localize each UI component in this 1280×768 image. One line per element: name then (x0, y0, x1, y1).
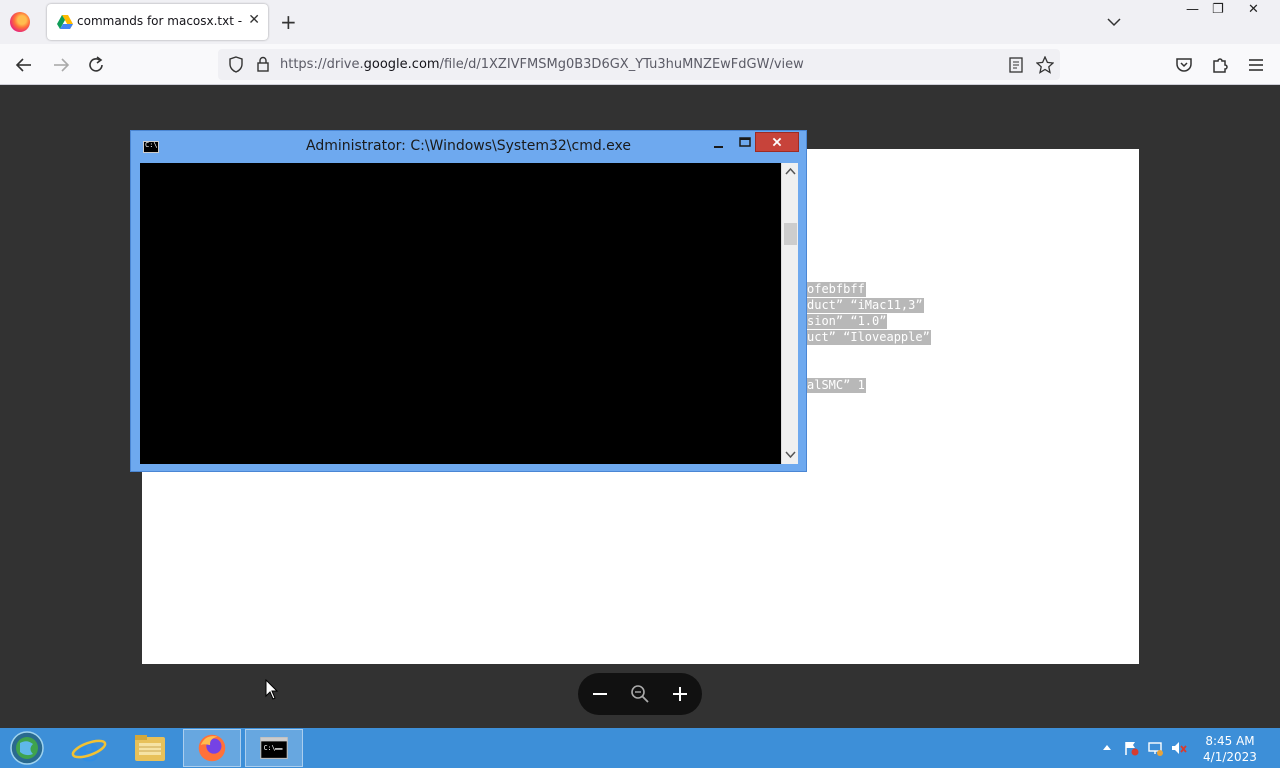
google-drive-icon (57, 15, 73, 29)
document-line: ofebfbff (806, 282, 866, 297)
window-close-button[interactable]: ✕ (1248, 2, 1259, 17)
hamburger-menu-icon[interactable] (1245, 54, 1267, 76)
action-center-flag-icon[interactable] (1123, 740, 1139, 756)
url-path: /file/d/1XZIVFMSMg0B3D6GX_YTu3huMNZEwFdG… (439, 57, 804, 72)
tab-close-icon[interactable]: ✕ (248, 12, 260, 28)
zoom-controls (578, 673, 702, 715)
start-orb-icon[interactable] (0, 729, 58, 767)
padlock-icon[interactable] (256, 56, 270, 73)
tracking-protection-shield-icon[interactable] (228, 56, 244, 73)
document-line: sion” “1.0” (806, 314, 888, 329)
show-hidden-icons-chevron-icon[interactable] (1099, 740, 1115, 756)
file-explorer-icon[interactable] (121, 729, 179, 767)
cmd-window[interactable]: C:\ Administrator: C:\Windows\System32\c… (130, 130, 807, 472)
cmd-minimize-button[interactable] (707, 133, 731, 153)
network-icon[interactable] (1147, 740, 1163, 756)
url-prefix: https://drive. (280, 57, 364, 72)
command-prompt-taskbar-icon[interactable]: C:\ (245, 729, 303, 767)
scroll-down-arrow-icon[interactable] (785, 451, 796, 459)
browser-tab-strip: commands for macosx.txt - Google Drive ✕… (0, 0, 1280, 44)
url-host: google.com (363, 57, 440, 72)
cmd-close-button[interactable] (755, 132, 799, 152)
internet-explorer-icon[interactable]: e (60, 729, 118, 767)
zoom-magnifier-icon[interactable] (629, 683, 651, 705)
system-clock[interactable]: 8:45 AM 4/1/2023 (1196, 733, 1264, 765)
address-bar[interactable]: https://drive.google.com/file/d/1XZIVFMS… (218, 49, 1060, 80)
reload-icon[interactable] (85, 54, 107, 76)
mouse-cursor-icon (265, 679, 279, 700)
firefox-taskbar-icon[interactable] (183, 729, 241, 767)
volume-muted-icon[interactable] (1171, 740, 1187, 756)
svg-text:C:\: C:\ (264, 744, 276, 752)
clock-time: 8:45 AM (1205, 734, 1255, 748)
zoom-out-icon[interactable] (589, 683, 611, 705)
navigation-toolbar: https://drive.google.com/file/d/1XZIVFMS… (0, 44, 1280, 85)
document-line: uct” “Iloveapple” (806, 330, 931, 345)
forward-arrow-icon[interactable] (50, 54, 72, 76)
windows-taskbar: e C:\ 8:45 AM 4/1/2023 (0, 728, 1280, 768)
new-tab-button[interactable]: + (280, 10, 297, 34)
window-minimize-button[interactable]: — (1186, 2, 1199, 17)
cmd-window-title: Administrator: C:\Windows\System32\cmd.e… (305, 138, 632, 154)
pocket-icon[interactable] (1173, 54, 1195, 76)
scroll-up-arrow-icon[interactable] (785, 167, 796, 175)
bookmark-star-icon[interactable] (1036, 56, 1054, 74)
svg-text:e: e (78, 730, 100, 767)
clock-date: 4/1/2023 (1203, 750, 1257, 764)
extensions-puzzle-icon[interactable] (1209, 54, 1231, 76)
document-line: alSMC” 1 (806, 378, 866, 393)
document-line: duct” “iMac11,3” (806, 298, 924, 313)
cmd-maximize-button[interactable] (733, 133, 757, 153)
zoom-in-icon[interactable] (669, 683, 691, 705)
firefox-menu-icon[interactable] (10, 12, 30, 32)
tab-list-chevron-icon[interactable] (1104, 12, 1124, 32)
reader-view-icon[interactable] (1008, 57, 1024, 73)
back-arrow-icon[interactable] (13, 54, 35, 76)
cmd-vertical-scrollbar[interactable] (781, 163, 798, 464)
tab-title: commands for macosx.txt - Google Drive (77, 14, 245, 28)
cmd-console-area[interactable] (140, 163, 781, 464)
url-text[interactable]: https://drive.google.com/file/d/1XZIVFMS… (280, 57, 804, 72)
tab-google-drive[interactable]: commands for macosx.txt - Google Drive ✕ (47, 4, 268, 40)
scrollbar-thumb[interactable] (784, 223, 797, 245)
window-restore-button[interactable]: ❐ (1212, 2, 1224, 17)
